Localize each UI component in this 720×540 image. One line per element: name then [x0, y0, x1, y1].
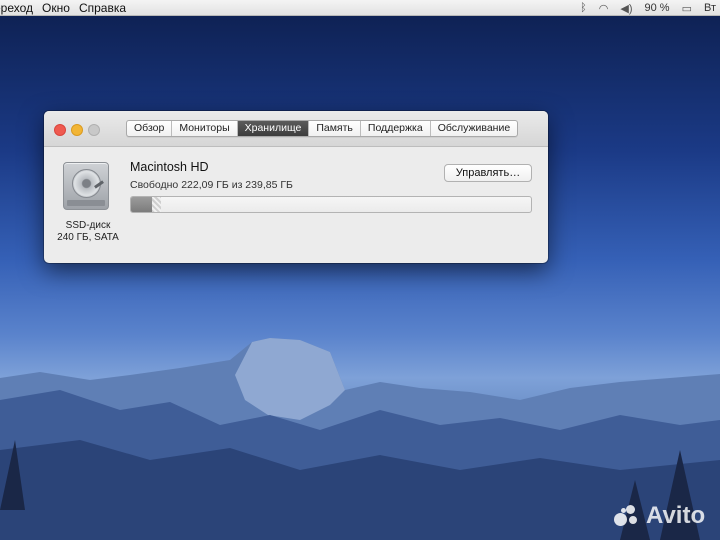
- disk-name: Macintosh HD: [130, 160, 209, 174]
- menu-bar: ереход Окно Справка ᛒ ◠ ◀) 90 % ▭ Вт: [0, 0, 720, 16]
- status-area: ᛒ ◠ ◀) 90 % ▭ Вт: [580, 0, 720, 16]
- tab-storage[interactable]: Хранилище: [237, 121, 310, 136]
- storage-panel: SSD-диск 240 ГБ, SATA Macintosh HD Свобо…: [44, 148, 548, 263]
- storage-usage-bar: [130, 196, 532, 213]
- segmented-tabs: Обзор Мониторы Хранилище Память Поддержк…: [126, 120, 519, 137]
- tab-service[interactable]: Обслуживание: [431, 121, 518, 136]
- avito-logo-icon: [614, 505, 640, 527]
- avito-text: Avito: [646, 502, 706, 529]
- menu-extra[interactable]: Вт: [704, 2, 716, 14]
- volume-icon[interactable]: ◀): [620, 2, 632, 15]
- battery-percent[interactable]: 90 %: [645, 2, 670, 14]
- disk-kind: SSD-диск: [65, 220, 111, 231]
- close-button[interactable]: [54, 124, 66, 136]
- disk-type-label: SSD-диск 240 ГБ, SATA: [52, 220, 124, 244]
- about-this-mac-window: Обзор Мониторы Хранилище Память Поддержк…: [44, 111, 548, 263]
- menu-window[interactable]: Окно: [42, 1, 79, 15]
- battery-icon[interactable]: ▭: [682, 2, 692, 15]
- menu-help[interactable]: Справка: [79, 1, 135, 15]
- tab-overview[interactable]: Обзор: [127, 121, 173, 136]
- usage-used-segment: [131, 197, 152, 212]
- zoom-button: [88, 124, 100, 136]
- minimize-button[interactable]: [71, 124, 83, 136]
- wallpaper-mountains: [0, 338, 720, 540]
- tab-displays[interactable]: Мониторы: [172, 121, 238, 136]
- avito-watermark: Avito: [614, 502, 705, 530]
- hard-disk-icon: [63, 162, 109, 210]
- window-titlebar[interactable]: Обзор Мониторы Хранилище Память Поддержк…: [44, 111, 548, 147]
- manage-button[interactable]: Управлять…: [444, 164, 532, 182]
- disk-capacity: 240 ГБ, SATA: [57, 232, 119, 243]
- usage-other-segment: [151, 197, 161, 212]
- bluetooth-icon[interactable]: ᛒ: [580, 2, 587, 14]
- disk-free-space: Свободно 222,09 ГБ из 239,85 ГБ: [130, 179, 293, 191]
- menu-go[interactable]: ереход: [0, 1, 42, 15]
- wifi-icon[interactable]: ◠: [599, 2, 609, 15]
- tab-support[interactable]: Поддержка: [361, 121, 431, 136]
- tab-memory[interactable]: Память: [309, 121, 361, 136]
